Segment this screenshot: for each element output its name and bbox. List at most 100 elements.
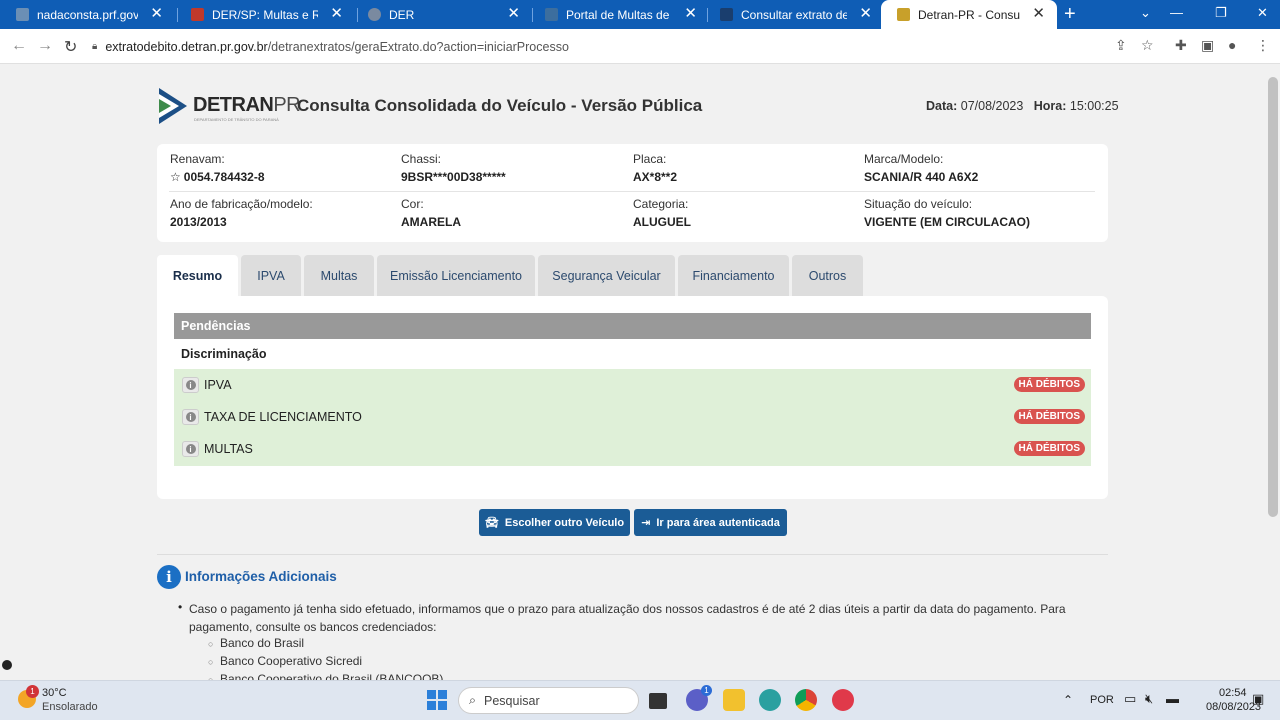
new-tab-button[interactable]: + [1064,3,1076,26]
marca-value: SCANIA/R 440 A6X2 [864,170,979,184]
status-badge: HÁ DÉBITOS [1013,441,1085,456]
authenticated-area-button[interactable]: ⇥ Ir para área autenticada [634,509,787,536]
tab-seguranca-veicular[interactable]: Segurança Veicular [538,255,675,297]
browser-toolbar: ← → ↻ 🔒︎ extratodebito.detran.pr.gov.br /… [0,29,1280,64]
close-tab-icon[interactable]: ✕ [150,6,163,21]
section-divider [157,554,1108,555]
notifications-icon[interactable]: ▣ [1252,691,1264,707]
browser-tab-active[interactable]: Detran-PR - Consulta Cons ✕ [881,0,1057,29]
reload-icon[interactable]: ↻ [64,37,77,57]
info-icon[interactable]: i [182,409,199,425]
extensions-icon[interactable]: ✚ [1175,37,1187,54]
cursor-dot-icon [2,660,12,670]
info-icon[interactable]: i [182,441,199,457]
battery-icon[interactable]: ▬ [1166,691,1179,706]
categoria-value: ALUGUEL [633,215,691,229]
car-icon: 🚘︎ [484,517,499,529]
forward-icon[interactable]: → [37,37,53,55]
share-icon[interactable]: ⇪ [1115,37,1127,54]
page-scrollbar[interactable] [1266,65,1280,680]
browser-tab-2[interactable]: DER/SP: Multas e Recursos ✕ [175,0,355,29]
profile-icon[interactable]: ● [1228,37,1236,53]
bullet-icon: ○ [208,657,214,667]
bookmark-star-icon[interactable]: ☆ [1141,37,1154,54]
close-tab-icon[interactable]: ✕ [859,6,872,21]
tab-financiamento[interactable]: Financiamento [678,255,789,297]
placa-label: Placa: [633,152,667,166]
pendencia-row: i MULTAS HÁ DÉBITOS [174,433,1091,465]
pendencia-row: i IPVA HÁ DÉBITOS [174,369,1091,401]
close-tab-icon[interactable]: ✕ [330,6,343,21]
chassi-label: Chassi: [401,152,442,166]
placa-value: AX*8**2 [633,170,678,184]
favorite-star-icon[interactable]: ☆ [170,170,181,184]
tab-multas[interactable]: Multas [304,255,374,297]
system-tray-chevron-icon[interactable]: ⌃ [1063,693,1073,707]
side-panel-icon[interactable]: ▣ [1201,37,1214,54]
tab-search-icon[interactable]: ⌄ [1140,5,1151,21]
renavam-label: Renavam: [170,152,225,166]
file-explorer-icon[interactable] [723,689,745,711]
chrome-icon[interactable] [795,689,817,711]
situacao-label: Situação do veículo: [864,197,973,211]
choose-other-vehicle-button[interactable]: 🚘︎ Escolher outro Veículo [479,509,630,536]
status-badge: HÁ DÉBITOS [1013,377,1085,392]
browser-tab-title: DER [389,7,415,22]
windows-start-icon[interactable] [427,690,447,710]
network-icon[interactable]: ▭ [1124,691,1136,707]
task-view-icon[interactable] [649,693,667,709]
browser-tab-4[interactable]: Portal de Multas de Trânsit ✕ [529,0,709,29]
tab-resumo[interactable]: Resumo [157,255,238,297]
app-icon[interactable] [832,689,854,711]
volume-muted-icon[interactable]: 🔇︎ [1145,691,1153,707]
weather-desc: Ensolarado [42,701,98,713]
cor-label: Cor: [401,197,424,211]
scrollbar-thumb[interactable] [1268,77,1278,517]
back-icon[interactable]: ← [11,37,27,55]
browser-tab-3[interactable]: DER ✕ [352,0,532,29]
clock-time[interactable]: 02:54 [1219,687,1247,699]
info-icon[interactable]: i [182,377,199,393]
favicon-icon [897,8,910,21]
page-viewport: DETRANPR DEPARTAMENTO DE TRÂNSITO DO PAR… [0,65,1266,680]
browser-tab-title: Consultar extrato de veícul [741,7,847,22]
renavam-value: 0054.784432-8 [183,170,265,184]
situacao-value: VIGENTE (EM CIRCULACAO) [864,215,1030,229]
minimize-icon[interactable]: — [1170,5,1183,20]
pendencia-label: TAXA DE LICENCIAMENTO [204,410,362,424]
ano-label: Ano de fabricação/modelo: [170,197,313,211]
language-indicator[interactable]: POR [1090,694,1114,706]
weather-badge: 1 [26,685,39,698]
favicon-icon [191,8,204,21]
browser-tab-title: nadaconsta.prf.gov.br/nada [37,7,138,22]
time-label: Hora: [1033,99,1067,113]
tab-outros[interactable]: Outros [792,255,863,297]
detran-logo: DETRANPR DEPARTAMENTO DE TRÂNSITO DO PAR… [157,86,301,126]
menu-icon[interactable]: ⋮ [1256,37,1270,54]
info-circle-icon: i [157,565,181,589]
browser-tab-title: Detran-PR - Consulta Cons [918,7,1020,22]
vehicle-info-card: Renavam: ☆ 0054.784432-8 Chassi: 9BSR***0… [157,144,1108,242]
tab-ipva[interactable]: IPVA [241,255,301,297]
renavam-value-row: ☆ 0054.784432-8 [170,170,265,184]
bullet-icon: • [178,600,183,614]
taskbar-search[interactable]: ⌕ Pesquisar [458,687,639,714]
chat-badge: 1 [701,685,712,696]
bank-item: Banco Cooperativo do Brasil (BANCOOB) [220,672,444,680]
close-tab-icon[interactable]: ✕ [684,6,697,21]
tab-emissao-licenciamento[interactable]: Emissão Licenciamento [377,255,535,297]
date-value: 07/08/2023 [960,99,1024,113]
logo-text: DETRANPR [193,94,301,117]
maps-app-icon[interactable] [759,689,781,711]
close-tab-icon[interactable]: ✕ [1032,6,1045,21]
marca-label: Marca/Modelo: [864,152,944,166]
close-window-icon[interactable]: ✕ [1257,5,1268,21]
address-bar[interactable]: 🔒︎ extratodebito.detran.pr.gov.br/detran… [92,34,1092,59]
maximize-icon[interactable]: ❐ [1215,5,1227,21]
bank-item: Banco Cooperativo Sicredi [220,654,363,668]
browser-tab-5[interactable]: Consultar extrato de veícul ✕ [704,0,884,29]
search-icon: ⌕ [469,693,477,707]
info-title: Informações Adicionais [185,569,337,584]
browser-tab-1[interactable]: nadaconsta.prf.gov.br/nada ✕ [0,0,175,29]
close-tab-icon[interactable]: ✕ [507,6,520,21]
